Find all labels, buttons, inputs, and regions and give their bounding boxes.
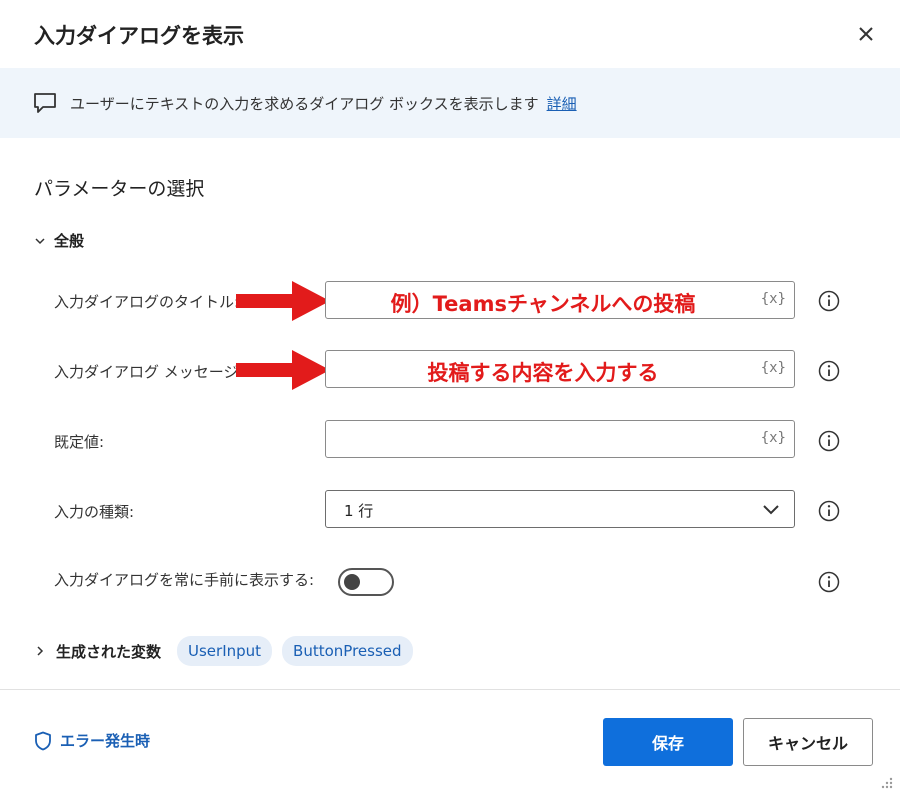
annotation-arrow-title — [236, 281, 330, 321]
dialog-title: 入力ダイアログを表示 — [34, 24, 244, 48]
input-type-label: 入力の種類: — [54, 503, 135, 521]
footer-divider — [0, 689, 900, 690]
default-label: 既定値: — [54, 433, 105, 451]
default-value-input[interactable]: {x} — [325, 420, 795, 458]
annotation-arrow-message — [236, 350, 330, 390]
toggle-knob — [344, 574, 360, 590]
message-icon — [34, 93, 56, 113]
chevron-down-icon — [763, 505, 779, 515]
topmost-label: 入力ダイアログを常に手前に表示する: — [54, 571, 315, 589]
info-banner: ユーザーにテキストの入力を求めるダイアログ ボックスを表示します 詳細 — [0, 68, 900, 138]
generated-variables-title: 生成された変数 — [56, 642, 162, 661]
input-type-select[interactable]: 1 行 — [325, 490, 795, 528]
variable-picker-icon[interactable]: {x} — [761, 291, 786, 307]
info-icon[interactable] — [818, 430, 840, 452]
save-button[interactable]: 保存 — [603, 718, 733, 766]
title-value: 例）Teamsチャンネルへの投稿 — [390, 292, 696, 316]
chevron-right-icon[interactable] — [34, 645, 46, 657]
message-value: 投稿する内容を入力する — [427, 361, 659, 385]
on-error-link[interactable]: エラー発生時 — [34, 730, 150, 751]
cancel-button[interactable]: キャンセル — [743, 718, 873, 766]
description-text: ユーザーにテキストの入力を求めるダイアログ ボックスを表示します — [70, 95, 539, 113]
input-type-value: 1 行 — [344, 502, 374, 520]
variable-picker-icon[interactable]: {x} — [761, 430, 786, 446]
info-icon[interactable] — [818, 571, 840, 593]
info-icon[interactable] — [818, 360, 840, 382]
shield-icon — [35, 731, 51, 750]
message-input[interactable]: 投稿する内容を入力する {x} — [325, 350, 795, 388]
variable-picker-icon[interactable]: {x} — [761, 360, 786, 376]
on-error-label: エラー発生時 — [60, 732, 151, 750]
info-icon[interactable] — [818, 500, 840, 522]
details-link[interactable]: 詳細 — [547, 95, 577, 113]
generated-variables: 生成された変数 UserInput ButtonPressed — [34, 636, 413, 666]
variable-chip[interactable]: ButtonPressed — [282, 636, 413, 666]
title-label: 入力ダイアログのタイトル: — [54, 293, 240, 311]
topmost-toggle[interactable] — [338, 568, 394, 596]
chevron-down-icon — [35, 237, 45, 244]
message-label: 入力ダイアログ メッセージ: — [54, 363, 244, 381]
info-icon[interactable] — [818, 290, 840, 312]
title-input[interactable]: 例）Teamsチャンネルへの投稿 {x} — [325, 281, 795, 319]
section-title: パラメーターの選択 — [34, 178, 205, 200]
close-icon[interactable] — [852, 20, 880, 48]
variable-chip[interactable]: UserInput — [177, 636, 273, 666]
resize-grip-icon[interactable] — [878, 774, 894, 790]
general-group-label: 全般 — [54, 232, 85, 250]
dialog-description: ユーザーにテキストの入力を求めるダイアログ ボックスを表示します 詳細 — [70, 93, 577, 114]
general-group-toggle[interactable]: 全般 — [34, 230, 84, 251]
